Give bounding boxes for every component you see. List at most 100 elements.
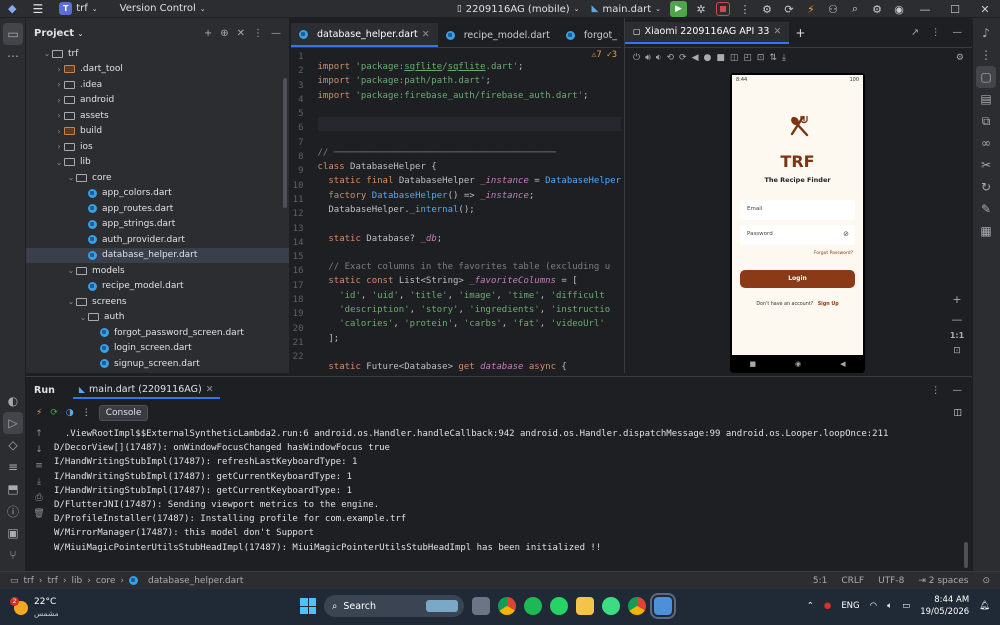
edit-icon[interactable]: ✎ (973, 198, 999, 220)
account-icon[interactable]: ◉ (888, 0, 910, 18)
tab-database-helper[interactable]: database_helper.dart ✕ (291, 23, 438, 47)
code-with-me-icon[interactable]: ⚇ (822, 0, 844, 18)
tree-item[interactable]: database_helper.dart (26, 247, 289, 263)
file-encoding[interactable]: UTF-8 (878, 576, 904, 586)
tree-item[interactable]: ⌄ trf (26, 46, 289, 62)
breadcrumb-item[interactable]: trf (24, 576, 34, 586)
wifi-icon[interactable]: ◠ (870, 601, 877, 611)
chevron-down-icon[interactable]: ⌄ (42, 49, 52, 58)
home-icon[interactable]: ◉ (795, 360, 801, 368)
scroll-down-icon[interactable]: ↓ (35, 445, 43, 455)
layout-inspector-icon[interactable]: ✂ (973, 154, 999, 176)
tree-item[interactable]: app_routes.dart (26, 201, 289, 217)
overview-icon[interactable]: ■ (716, 53, 725, 63)
run-config-selector[interactable]: ◣ main.dart ⌄ (586, 0, 667, 18)
dart-analysis-icon[interactable]: ◇ (0, 434, 26, 456)
tree-item[interactable]: ⌄ auth (26, 310, 289, 326)
minimize-icon[interactable]: — (910, 0, 940, 18)
gemini-icon[interactable]: ∞ (973, 132, 999, 154)
tree-item[interactable]: login_screen.dart (26, 341, 289, 357)
version-control-menu[interactable]: Version Control ⌄ (114, 0, 212, 18)
add-device-icon[interactable]: + (795, 26, 805, 40)
tab-recipe-model[interactable]: recipe_model.dart (438, 23, 558, 47)
chevron-down-icon[interactable]: ⌄ (54, 158, 64, 167)
terminal-icon[interactable]: ▣ (0, 522, 26, 544)
hot-reload-icon[interactable]: ⚙ (756, 0, 778, 18)
language-indicator[interactable]: ENG (841, 601, 859, 611)
hot-reload-icon[interactable]: ⚡ (36, 408, 42, 418)
devtools-icon[interactable]: ◑ (66, 408, 74, 418)
chevron-down-icon[interactable]: ⌄ (66, 266, 76, 275)
password-field[interactable]: Password ⊘ (740, 225, 855, 245)
forgot-password-link[interactable]: Forgot Password? (814, 251, 853, 256)
lightning-icon[interactable]: ⚡ (800, 0, 822, 18)
options-icon[interactable]: ⋮ (253, 28, 263, 39)
line-ending[interactable]: CRLF (841, 576, 864, 586)
logcat-icon[interactable]: ≡ (0, 456, 26, 478)
security-icon[interactable]: ● (824, 601, 831, 611)
chevron-right-icon[interactable]: › (54, 127, 64, 136)
chevron-right-icon[interactable]: › (54, 80, 64, 89)
rotate-right-icon[interactable]: ⟳ (679, 53, 687, 63)
eye-off-icon[interactable]: ⊘ (843, 230, 849, 238)
android-studio-icon[interactable] (602, 597, 620, 615)
tree-item[interactable]: signup_screen.dart (26, 356, 289, 372)
screen-record-icon[interactable]: ⊡ (757, 53, 765, 63)
running-devices-icon[interactable]: ▢ (976, 66, 996, 88)
notification-bell-icon[interactable]: 🔔︎ (979, 601, 990, 611)
device-manager-icon[interactable]: ▤ (973, 88, 999, 110)
download-icon[interactable]: ⤓ (782, 53, 786, 63)
power-icon[interactable]: ⏻ (633, 53, 640, 63)
app-screen[interactable]: 8:44 100 TRF The Recipe Finder Email Pass… (732, 75, 863, 355)
more-icon[interactable]: ⋮ (82, 408, 91, 418)
console-output[interactable]: .ViewRootImpl$$ExternalSyntheticLambda2.… (54, 427, 964, 555)
sync-icon[interactable]: ↻ (973, 176, 999, 198)
volume-icon[interactable]: 🔈︎ (887, 601, 892, 611)
locate-icon[interactable]: ⊕ (220, 28, 228, 39)
windows-start-icon[interactable] (300, 598, 316, 614)
home-icon[interactable]: ● (703, 53, 711, 63)
battery-icon[interactable]: ▭ (902, 601, 910, 611)
settings-icon[interactable]: ⚙ (956, 53, 964, 63)
screenshot-icon[interactable]: ◰ (743, 53, 752, 63)
project-selector[interactable]: T trf ⌄ (53, 0, 103, 18)
close-icon[interactable]: ✕ (970, 0, 1000, 18)
clear-icon[interactable]: 🗑︎ (33, 509, 44, 519)
tree-item[interactable]: › ios (26, 139, 289, 155)
email-field[interactable]: Email (740, 200, 855, 220)
volume-down-icon[interactable]: 🔉︎ (656, 53, 662, 63)
tree-item[interactable]: › .dart_tool (26, 62, 289, 78)
tree-item[interactable]: › assets (26, 108, 289, 124)
gradle-icon[interactable]: ⋮ (973, 44, 999, 66)
options-icon[interactable]: ⋮ (931, 385, 941, 396)
breadcrumb-item[interactable]: lib (72, 576, 83, 586)
more-tools-icon[interactable]: ⋯ (0, 45, 26, 67)
run-tool-icon[interactable]: ▷ (3, 412, 23, 434)
weather-widget[interactable]: 2 22°C مشمس (10, 597, 59, 619)
login-button[interactable]: Login (740, 270, 855, 288)
emulator-icon[interactable]: ▦ (973, 220, 999, 242)
run-tab-main[interactable]: ◣ main.dart (2209116AG) ✕ (72, 382, 220, 399)
volume-up-icon[interactable]: 🔊︎ (645, 53, 651, 63)
tab-forgot[interactable]: forgot_ (558, 23, 621, 47)
scroll-up-icon[interactable]: ↑ (35, 429, 43, 439)
tree-item[interactable]: ⌄ models (26, 263, 289, 279)
hide-icon[interactable]: — (953, 27, 963, 38)
back-icon[interactable]: ◀ (840, 360, 845, 368)
chevron-right-icon[interactable]: › (54, 65, 64, 74)
signup-link[interactable]: Sign Up (818, 302, 839, 307)
tree-item[interactable]: auth_provider.dart (26, 232, 289, 248)
problems-icon[interactable]: ⓘ (0, 500, 26, 522)
tree-item[interactable]: app_colors.dart (26, 186, 289, 202)
search-icon[interactable]: ⌕ (844, 0, 866, 18)
file-explorer-icon[interactable] (576, 597, 594, 615)
add-icon[interactable]: + (204, 28, 212, 39)
main-menu-icon[interactable]: ☰ (22, 0, 53, 18)
collapse-icon[interactable]: ✕ (237, 28, 245, 39)
breadcrumb-item[interactable]: core (96, 576, 116, 586)
chrome-profile-icon[interactable] (628, 597, 646, 615)
debug-icon[interactable]: ✲ (690, 0, 712, 18)
hide-icon[interactable]: — (953, 385, 963, 396)
tree-item[interactable]: › .idea (26, 77, 289, 93)
back-icon[interactable]: ◀ (692, 53, 699, 63)
